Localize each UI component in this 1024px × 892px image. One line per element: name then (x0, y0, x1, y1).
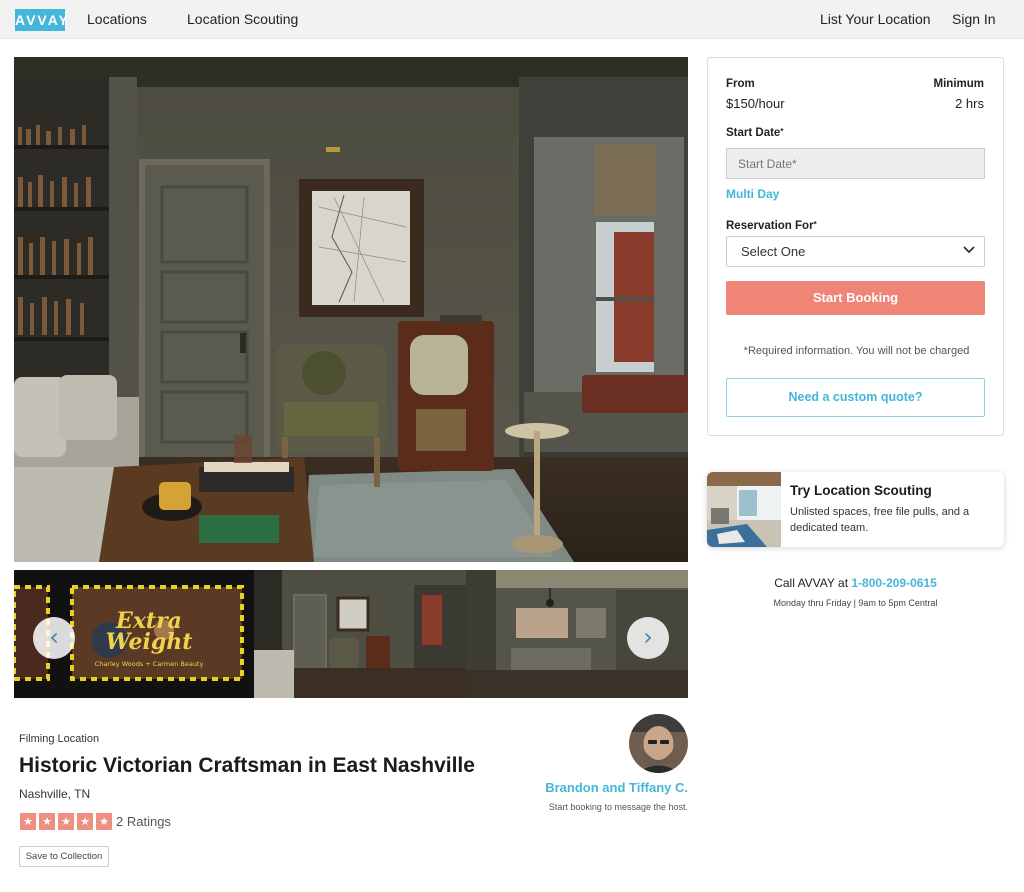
minimum-label: Minimum (933, 78, 984, 90)
star-icon: ★ (20, 813, 36, 830)
start-booking-button[interactable]: Start Booking (726, 281, 985, 315)
scouting-description: Unlisted spaces, free file pulls, and a … (790, 506, 970, 534)
ratings-count[interactable]: 2 Ratings (116, 814, 171, 829)
thumbnail-living-room[interactable] (254, 570, 466, 698)
phone-link[interactable]: 1-800-209-0615 (851, 576, 936, 590)
call-line: Call AVVAY at 1-800-209-0615 (707, 576, 1004, 590)
nav-sign-in-link[interactable]: Sign In (952, 11, 996, 27)
reservation-for-label: Reservation For* (726, 220, 817, 232)
nav-location-scouting-link[interactable]: Location Scouting (187, 11, 298, 27)
avvay-logo[interactable]: AVVAY (15, 9, 68, 31)
booking-card: From $150/hour Minimum 2 hrs Start Date*… (707, 57, 1004, 436)
main-photo[interactable] (14, 57, 688, 562)
start-date-label-text: Start Date (726, 127, 781, 139)
thumbnail-strip: Extra Weight Charley Woods + Carmen Beau… (14, 570, 688, 698)
save-to-collection-button[interactable]: Save to Collection (19, 846, 109, 867)
host-avatar[interactable] (629, 714, 688, 773)
poster-title-line2: Weight (106, 629, 193, 655)
listing-category: Filming Location (19, 733, 100, 745)
nav-locations-link[interactable]: Locations (87, 11, 147, 27)
custom-quote-button[interactable]: Need a custom quote? (726, 378, 985, 417)
reservation-for-label-text: Reservation For (726, 220, 814, 232)
host-photo (629, 714, 688, 773)
host-note: Start booking to message the host. (548, 802, 688, 812)
star-icon: ★ (96, 813, 112, 830)
rating-stars: ★ ★ ★ ★ ★ (20, 813, 112, 830)
chevron-down-icon (963, 246, 975, 254)
call-prefix: Call AVVAY at (774, 576, 852, 590)
required-mark: * (780, 127, 784, 136)
required-mark: * (813, 220, 817, 229)
living-room-thumb-image (254, 570, 466, 698)
top-nav: AVVAY Locations Location Scouting List Y… (0, 0, 1024, 39)
living-room-image (14, 57, 688, 562)
listing-title: Historic Victorian Craftsman in East Nas… (19, 754, 475, 777)
reservation-selected-value: Select One (741, 244, 806, 259)
required-info-note: *Required information. You will not be c… (743, 345, 970, 357)
scouting-title: Try Location Scouting (790, 483, 932, 498)
host-name-link[interactable]: Brandon and Tiffany C. (545, 780, 688, 795)
star-icon: ★ (39, 813, 55, 830)
scouting-image (707, 472, 781, 547)
nav-list-your-location-link[interactable]: List Your Location (820, 11, 931, 27)
start-date-label: Start Date* (726, 127, 783, 139)
location-scouting-card[interactable]: Try Location Scouting Unlisted spaces, f… (707, 472, 1004, 547)
star-icon: ★ (77, 813, 93, 830)
support-hours: Monday thru Friday | 9am to 5pm Central (773, 598, 938, 608)
minimum-value: 2 hrs (955, 96, 984, 111)
poster-subtitle: Charley Woods + Carmen Beauty (95, 660, 204, 668)
gallery-prev-button[interactable]: ‹ (33, 617, 75, 659)
price-value: $150/hour (726, 96, 785, 111)
listing-city: Nashville, TN (19, 787, 91, 801)
price-from-label: From (726, 78, 755, 90)
gallery-next-button[interactable]: › (627, 617, 669, 659)
multi-day-link[interactable]: Multi Day (726, 187, 779, 201)
star-icon: ★ (58, 813, 74, 830)
start-date-input[interactable] (726, 148, 985, 179)
reservation-for-select[interactable]: Select One (726, 236, 985, 267)
